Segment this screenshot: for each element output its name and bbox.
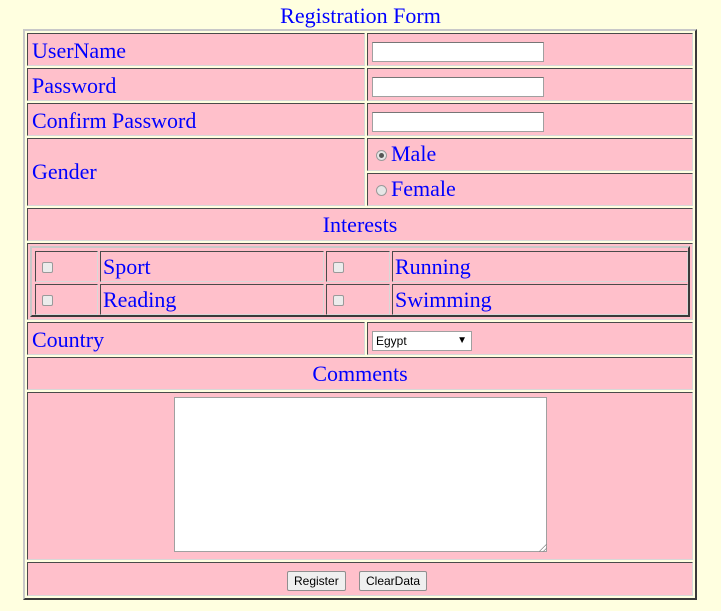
country-select[interactable]: Egypt ▼: [372, 331, 472, 351]
running-checkbox[interactable]: [333, 262, 344, 273]
confirm-password-input[interactable]: [372, 112, 544, 132]
running-label: Running: [395, 254, 471, 279]
female-label: Female: [391, 176, 456, 201]
register-button[interactable]: Register: [287, 571, 346, 591]
country-selected-value: Egypt: [376, 334, 407, 348]
password-label-cell: Password: [27, 68, 365, 101]
username-label: UserName: [32, 38, 127, 63]
gender-female-cell: Female: [367, 173, 693, 206]
swimming-label: Swimming: [395, 287, 492, 312]
country-select-cell: Egypt ▼: [367, 322, 693, 355]
interests-label: Interests: [322, 212, 398, 237]
comments-header-cell: Comments: [27, 357, 693, 390]
confirm-input-cell: [367, 103, 693, 136]
buttons-cell: Register ClearData: [27, 562, 693, 596]
reading-label: Reading: [103, 287, 177, 312]
female-radio[interactable]: [376, 185, 387, 196]
swimming-checkbox[interactable]: [333, 295, 344, 306]
registration-table: UserName Password Confirm Password Gende…: [23, 29, 697, 600]
gender-label: Gender: [32, 159, 97, 184]
male-label: Male: [391, 141, 437, 166]
reading-checkbox[interactable]: [42, 295, 53, 306]
swimming-label-cell: Swimming: [392, 284, 688, 315]
country-label: Country: [32, 327, 105, 352]
swimming-checkbox-cell: [326, 284, 390, 315]
reading-label-cell: Reading: [100, 284, 324, 315]
reading-checkbox-cell: [35, 284, 98, 315]
comments-cell: [27, 392, 693, 560]
username-input[interactable]: [372, 42, 544, 62]
comments-textarea[interactable]: [174, 397, 547, 552]
gender-male-cell: Male: [367, 138, 693, 171]
resize-grip-icon[interactable]: [539, 544, 547, 552]
chevron-down-icon: ▼: [457, 335, 467, 346]
interests-cell: Sport Running Reading Swimming: [27, 243, 693, 320]
gender-label-cell: Gender: [27, 138, 365, 206]
username-label-cell: UserName: [27, 33, 365, 66]
sport-label-cell: Sport: [100, 251, 324, 282]
username-input-cell: [367, 33, 693, 66]
interests-table: Sport Running Reading Swimming: [30, 246, 690, 317]
confirm-label-cell: Confirm Password: [27, 103, 365, 136]
password-input-cell: [367, 68, 693, 101]
form-title: Registration Form: [280, 3, 441, 28]
clear-data-button[interactable]: ClearData: [359, 571, 428, 591]
sport-checkbox-cell: [35, 251, 98, 282]
running-label-cell: Running: [392, 251, 688, 282]
interests-header-cell: Interests: [27, 208, 693, 241]
confirm-password-label: Confirm Password: [32, 108, 197, 133]
password-label: Password: [32, 73, 117, 98]
sport-checkbox[interactable]: [42, 262, 53, 273]
country-label-cell: Country: [27, 322, 365, 355]
password-input[interactable]: [372, 77, 544, 97]
male-radio[interactable]: [376, 150, 387, 161]
sport-label: Sport: [103, 254, 151, 279]
running-checkbox-cell: [326, 251, 390, 282]
comments-label: Comments: [312, 361, 408, 386]
